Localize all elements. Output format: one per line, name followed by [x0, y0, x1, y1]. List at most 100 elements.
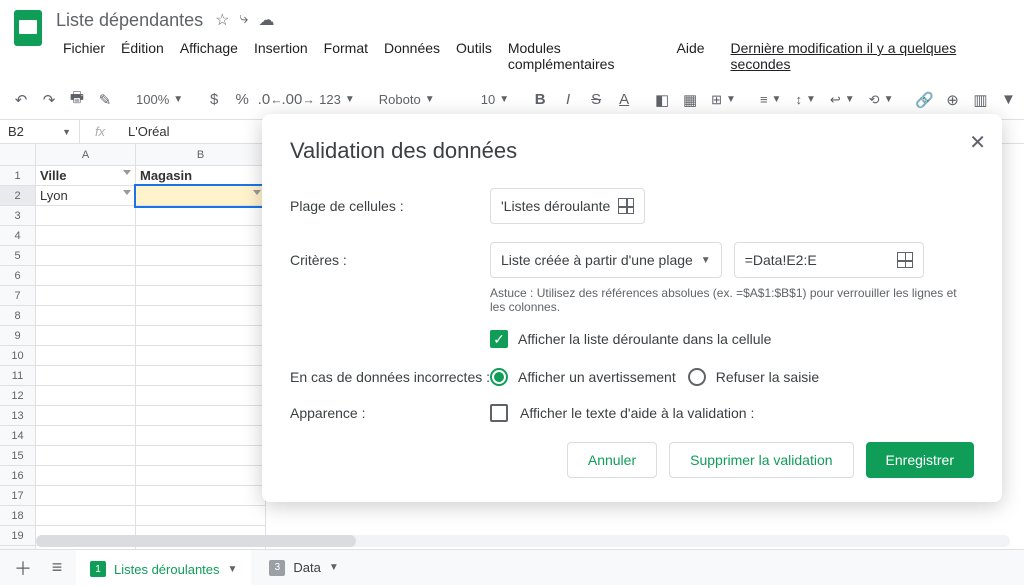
row-header[interactable]: 15: [0, 446, 36, 466]
cell-b2[interactable]: [136, 186, 266, 206]
cell[interactable]: [36, 326, 136, 346]
cell[interactable]: [136, 406, 266, 426]
cell[interactable]: [36, 226, 136, 246]
cell[interactable]: [36, 466, 136, 486]
cell[interactable]: [136, 506, 266, 526]
cell[interactable]: [136, 226, 266, 246]
cell[interactable]: [36, 306, 136, 326]
paint-format-icon[interactable]: ✎: [92, 87, 118, 113]
font-dropdown[interactable]: Roboto▼: [373, 87, 463, 113]
range-input[interactable]: 'Listes déroulante: [490, 188, 645, 224]
cell[interactable]: [136, 426, 266, 446]
name-box[interactable]: B2▼: [0, 120, 80, 143]
increase-decimal-button[interactable]: .00→: [285, 87, 311, 113]
v-align-dropdown[interactable]: ↕▼: [789, 87, 821, 113]
all-sheets-button[interactable]: ≡: [42, 553, 72, 583]
row-header[interactable]: 19: [0, 526, 36, 546]
cell[interactable]: [136, 266, 266, 286]
wrap-dropdown[interactable]: ↩▼: [824, 87, 861, 113]
decrease-decimal-button[interactable]: .0←: [257, 87, 283, 113]
column-header-a[interactable]: A: [36, 144, 136, 166]
add-sheet-button[interactable]: ＋: [8, 553, 38, 583]
grid-icon[interactable]: [897, 252, 913, 268]
row-header[interactable]: 1: [0, 166, 36, 186]
chart-icon[interactable]: ▥: [967, 87, 993, 113]
criteria-type-dropdown[interactable]: Liste créée à partir d'une plage ▼: [490, 242, 722, 278]
undo-icon[interactable]: ↶: [8, 87, 34, 113]
cell[interactable]: [36, 446, 136, 466]
sheets-logo[interactable]: [8, 8, 48, 48]
cell[interactable]: [36, 286, 136, 306]
cell[interactable]: [36, 366, 136, 386]
strikethrough-icon[interactable]: S: [583, 87, 609, 113]
cell[interactable]: [36, 246, 136, 266]
rotate-dropdown[interactable]: ⟲▼: [863, 87, 900, 113]
last-edit-link[interactable]: Dernière modification il y a quelques se…: [724, 36, 1008, 76]
horizontal-scrollbar[interactable]: [36, 535, 1010, 547]
row-header[interactable]: 2: [0, 186, 36, 206]
sheet-tab-listes[interactable]: 1 Listes déroulantes ▼: [76, 550, 251, 586]
row-header[interactable]: 14: [0, 426, 36, 446]
menu-format[interactable]: Format: [317, 36, 375, 76]
cloud-icon[interactable]: ☁: [258, 10, 274, 30]
remove-validation-button[interactable]: Supprimer la validation: [669, 442, 853, 478]
help-text-checkbox[interactable]: [490, 404, 508, 422]
criteria-range-input[interactable]: =Data!E2:E: [734, 242, 924, 278]
bold-icon[interactable]: B: [527, 87, 553, 113]
cell[interactable]: [136, 326, 266, 346]
row-header[interactable]: 8: [0, 306, 36, 326]
close-icon[interactable]: ✕: [969, 130, 986, 155]
font-size-dropdown[interactable]: 10▼: [475, 87, 515, 113]
menu-addons[interactable]: Modules complémentaires: [501, 36, 668, 76]
chevron-down-icon[interactable]: [123, 190, 131, 195]
fill-color-icon[interactable]: ◧: [649, 87, 675, 113]
cell[interactable]: [136, 346, 266, 366]
menu-view[interactable]: Affichage: [173, 36, 245, 76]
cell[interactable]: [136, 306, 266, 326]
row-header[interactable]: 3: [0, 206, 36, 226]
cell[interactable]: [36, 506, 136, 526]
cell[interactable]: [136, 486, 266, 506]
move-icon[interactable]: ⤷: [239, 10, 248, 30]
row-header[interactable]: 7: [0, 286, 36, 306]
cell[interactable]: [136, 446, 266, 466]
italic-icon[interactable]: I: [555, 87, 581, 113]
h-align-dropdown[interactable]: ≡▼: [754, 87, 788, 113]
show-warning-radio[interactable]: [490, 368, 508, 386]
row-header[interactable]: 13: [0, 406, 36, 426]
cell-a1[interactable]: Ville: [36, 166, 136, 186]
document-title[interactable]: Liste dépendantes: [56, 10, 203, 31]
row-header[interactable]: 9: [0, 326, 36, 346]
menu-data[interactable]: Données: [377, 36, 447, 76]
show-dropdown-checkbox[interactable]: ✓: [490, 330, 508, 348]
currency-button[interactable]: $: [201, 87, 227, 113]
redo-icon[interactable]: ↷: [36, 87, 62, 113]
cancel-button[interactable]: Annuler: [567, 442, 657, 478]
cell[interactable]: [136, 386, 266, 406]
row-header[interactable]: 16: [0, 466, 36, 486]
row-header[interactable]: 12: [0, 386, 36, 406]
menu-insert[interactable]: Insertion: [247, 36, 315, 76]
chevron-down-icon[interactable]: ▼: [329, 562, 339, 573]
row-header[interactable]: 18: [0, 506, 36, 526]
print-icon[interactable]: 🖶: [64, 87, 90, 113]
menu-tools[interactable]: Outils: [449, 36, 499, 76]
cell[interactable]: [36, 386, 136, 406]
sheet-tab-data[interactable]: 3 Data ▼: [255, 550, 352, 586]
filter-icon[interactable]: ▼: [995, 87, 1021, 113]
save-button[interactable]: Enregistrer: [866, 442, 974, 478]
row-header[interactable]: 11: [0, 366, 36, 386]
cell[interactable]: [36, 486, 136, 506]
menu-edit[interactable]: Édition: [114, 36, 171, 76]
link-icon[interactable]: 🔗: [911, 87, 937, 113]
cell[interactable]: [36, 426, 136, 446]
cell[interactable]: [136, 286, 266, 306]
borders-icon[interactable]: ▦: [677, 87, 703, 113]
row-header[interactable]: 17: [0, 486, 36, 506]
cell[interactable]: [36, 406, 136, 426]
chevron-down-icon[interactable]: ▼: [228, 564, 238, 575]
chevron-down-icon[interactable]: [123, 170, 131, 175]
text-color-icon[interactable]: A: [611, 87, 637, 113]
menu-file[interactable]: Fichier: [56, 36, 112, 76]
row-header[interactable]: 10: [0, 346, 36, 366]
